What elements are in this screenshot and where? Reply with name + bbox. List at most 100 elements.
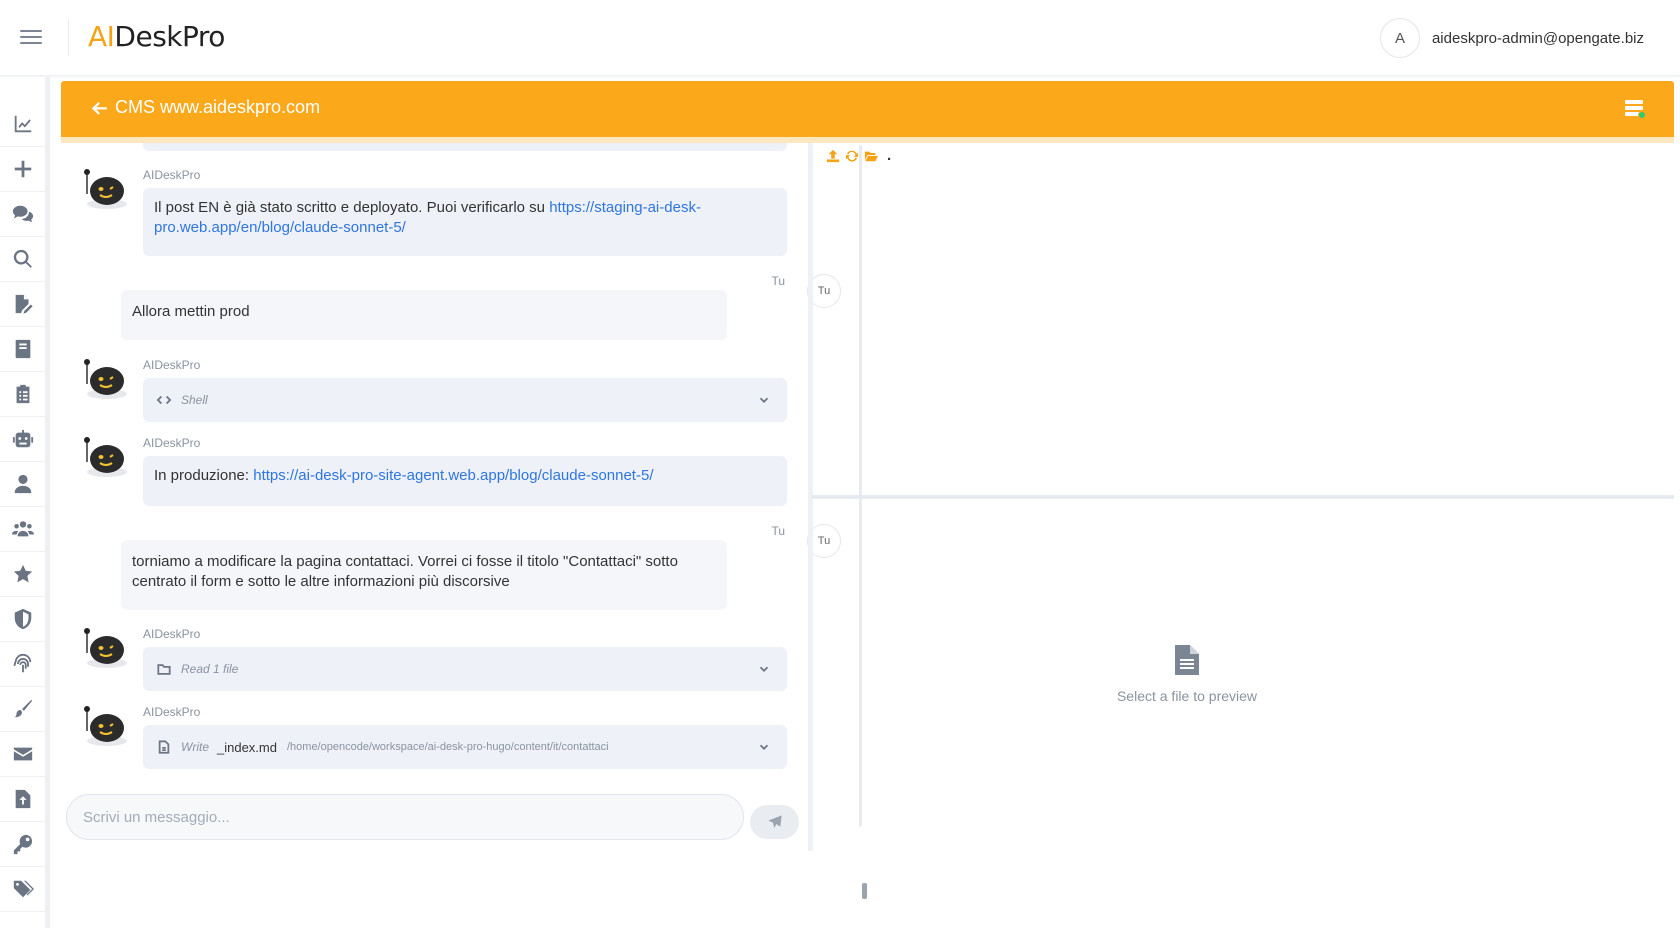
sender-name: AIDeskPro — [143, 705, 201, 719]
bot-avatar-icon — [84, 628, 127, 668]
chevron-down-icon[interactable] — [757, 662, 771, 676]
message-bubble: Il post EN è già stato scritto e deploya… — [143, 188, 787, 256]
message-text: In produzione: — [154, 467, 254, 484]
user-message: Tu Allora mettin prod Tu — [121, 274, 841, 344]
sidebar-item-chats[interactable] — [0, 192, 45, 237]
bot-message: AIDeskPro In produzione: https://ai-desk… — [81, 436, 821, 506]
sidebar-item-search[interactable] — [0, 237, 45, 282]
cms-header: CMS www.aideskpro.com — [61, 81, 1674, 137]
previous-message-edge — [143, 143, 787, 151]
bot-avatar-icon — [84, 359, 127, 399]
sender-name: AIDeskPro — [143, 168, 201, 182]
sender-name: Tu — [771, 274, 785, 288]
file-panel: . Select a file to preview — [812, 143, 1674, 928]
tool-call-shell[interactable]: Shell — [143, 378, 787, 422]
paper-plane-icon — [767, 815, 782, 828]
server-status-icon[interactable] — [1624, 99, 1646, 119]
tool-call-read[interactable]: Read 1 file — [143, 647, 787, 691]
sidebar-item-keys[interactable] — [0, 822, 45, 867]
sidebar-item-favorites[interactable] — [0, 552, 45, 597]
message-bubble: torniamo a modificare la pagina contatta… — [121, 540, 727, 610]
file-text-icon — [1175, 645, 1199, 675]
file-icon — [157, 739, 173, 755]
upload-button[interactable] — [826, 148, 841, 163]
chat-messages[interactable]: AIDeskPro Il post EN è già stato scritto… — [61, 143, 851, 831]
back-button[interactable]: CMS www.aideskpro.com — [91, 97, 320, 118]
bot-avatar-icon — [84, 706, 127, 746]
sender-name: AIDeskPro — [143, 358, 201, 372]
key-icon — [13, 834, 32, 855]
code-icon — [157, 392, 173, 408]
file-upload-icon — [15, 789, 30, 809]
search-icon — [13, 249, 32, 268]
user-avatar[interactable]: A — [1379, 18, 1420, 58]
star-icon — [13, 564, 32, 583]
upload-icon — [826, 149, 840, 162]
arrow-left-icon — [91, 101, 107, 115]
plus-icon — [14, 160, 31, 178]
sender-name: AIDeskPro — [143, 436, 201, 450]
refresh-button[interactable] — [845, 148, 860, 163]
refresh-icon — [845, 150, 859, 162]
file-list[interactable] — [812, 173, 1674, 495]
sidebar — [0, 77, 50, 928]
shield-icon — [14, 608, 31, 630]
sidebar-item-design[interactable] — [0, 687, 45, 732]
sidebar-item-users[interactable] — [0, 507, 45, 552]
send-button[interactable] — [750, 805, 799, 839]
current-path: . — [887, 147, 892, 164]
brush-icon — [14, 699, 32, 718]
sidebar-item-upload[interactable] — [0, 777, 45, 822]
sidebar-item-docs[interactable] — [0, 327, 45, 372]
message-bubble: In produzione: https://ai-desk-pro-site-… — [143, 456, 787, 506]
user-message: Tu torniamo a modificare la pagina conta… — [121, 524, 841, 614]
bot-message: AIDeskPro Write _index.md /home/opencode… — [81, 705, 821, 775]
comments-icon — [12, 205, 33, 223]
bot-message: AIDeskPro Il post EN è già stato scritto… — [81, 168, 821, 258]
tool-file-name: _index.md — [217, 739, 277, 755]
sidebar-item-user[interactable] — [0, 462, 45, 507]
message-input-wrapper — [66, 794, 744, 840]
sidebar-item-agents[interactable] — [0, 417, 45, 462]
tool-name: Write — [181, 740, 209, 754]
bot-message: AIDeskPro Read 1 file — [81, 627, 821, 697]
sidebar-item-dashboard[interactable] — [0, 102, 45, 147]
chevron-down-icon[interactable] — [757, 740, 771, 754]
users-icon — [11, 521, 34, 537]
sidebar-item-tasks[interactable] — [0, 372, 45, 417]
top-bar: AIDeskPro A aideskpro-admin@opengate.biz — [0, 0, 1680, 76]
logo-ai-text: AI — [88, 20, 115, 53]
message-link[interactable]: https://ai-desk-pro-site-agent.web.app/b… — [253, 467, 653, 484]
user-icon — [14, 474, 31, 494]
open-folder-button[interactable] — [864, 148, 879, 163]
app-logo[interactable]: AIDeskPro — [88, 20, 225, 53]
tool-call-write[interactable]: Write _index.md /home/opencode/workspace… — [143, 725, 787, 769]
envelope-icon — [13, 747, 32, 761]
tool-file-path: /home/opencode/workspace/ai-desk-pro-hug… — [286, 741, 609, 753]
preview-splitter[interactable] — [812, 495, 1674, 499]
chart-line-icon — [14, 115, 31, 133]
page-title: CMS www.aideskpro.com — [115, 97, 321, 117]
bot-message: AIDeskPro Shell — [81, 358, 821, 428]
user-menu[interactable]: A aideskpro-admin@opengate.biz — [1379, 18, 1644, 58]
server-icon — [1625, 100, 1646, 119]
folder-open-icon — [864, 151, 878, 161]
fingerprint-icon — [12, 653, 31, 673]
folder-icon — [157, 661, 173, 677]
sidebar-item-tags[interactable] — [0, 867, 45, 912]
message-input[interactable] — [67, 795, 743, 839]
menu-toggle-button[interactable] — [20, 26, 48, 50]
sidebar-item-auth[interactable] — [0, 642, 45, 687]
sidebar-item-edit[interactable] — [0, 282, 45, 327]
top-divider — [68, 20, 69, 56]
user-email[interactable]: aideskpro-admin@opengate.biz — [1432, 30, 1644, 47]
file-edit-icon — [15, 294, 33, 314]
clipboard-icon — [16, 384, 29, 404]
chevron-down-icon[interactable] — [757, 393, 771, 407]
sidebar-item-mail[interactable] — [0, 732, 45, 777]
preview-empty-text: Select a file to preview — [1116, 688, 1258, 704]
sidebar-item-new[interactable] — [0, 147, 45, 192]
sidebar-item-security[interactable] — [0, 597, 45, 642]
logo-text: DeskPro — [114, 20, 225, 53]
sender-name: Tu — [771, 524, 785, 538]
